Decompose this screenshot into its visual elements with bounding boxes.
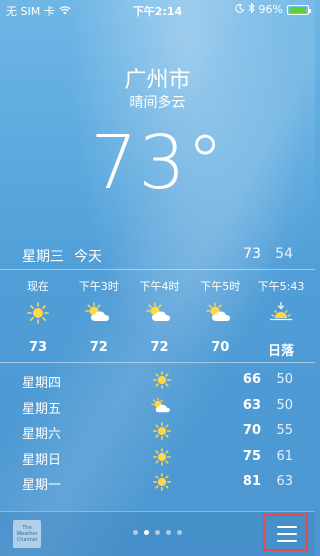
daily-high: 81	[242, 474, 261, 489]
page-dot[interactable]	[133, 530, 138, 535]
page-dot[interactable]	[144, 530, 149, 535]
daily-high: 75	[242, 448, 261, 464]
status-bar: 无 SIM 卡 下午2:14 96%	[0, 0, 315, 18]
daily-day: 星期五	[22, 401, 62, 417]
daily-day: 星期一	[22, 478, 62, 493]
city-name: 广州市	[124, 68, 191, 93]
sun-icon	[150, 447, 174, 466]
daily-high: 70	[242, 423, 261, 438]
hour-time: 下午4时	[139, 280, 180, 293]
today-high: 73	[243, 246, 261, 262]
hour-value: 日落	[267, 344, 294, 359]
bottom-toolbar: The Weather Channel	[0, 511, 315, 556]
daily-day: 星期四	[22, 376, 62, 391]
current-temperature: 73°	[90, 120, 225, 206]
hour-time: 下午3时	[78, 280, 119, 293]
daily-low: 61	[276, 448, 293, 464]
partly-cloudy-icon	[130, 296, 190, 330]
daily-row: 星期日 75 61	[22, 445, 297, 471]
daily-day: 星期六	[22, 427, 62, 442]
today-label: 今天	[74, 249, 102, 265]
partly-cloudy-icon	[150, 397, 174, 415]
today-low: 54	[275, 246, 293, 262]
today-day: 星期三	[22, 249, 64, 265]
hourly-item: 下午3时 72	[69, 278, 129, 358]
weather-condition: 晴间多云	[129, 95, 186, 111]
daily-low: 50	[276, 372, 293, 387]
divider-bottom	[0, 362, 315, 363]
daily-row: 星期五 63 50	[22, 394, 297, 420]
hour-time: 下午5:43	[257, 280, 305, 293]
status-right: 96%	[234, 2, 311, 16]
partly-cloudy-icon	[190, 296, 250, 330]
daily-high: 63	[242, 397, 261, 413]
hour-value: 73	[28, 340, 48, 355]
daily-low: 50	[276, 397, 293, 413]
daily-row: 星期一 81 63	[22, 470, 297, 496]
divider-top	[0, 269, 315, 270]
battery-percent: 96%	[258, 3, 283, 16]
page-dot[interactable]	[166, 530, 171, 535]
battery-icon	[287, 4, 311, 15]
daily-row: 星期六 70 55	[22, 419, 297, 445]
sun-icon	[8, 296, 68, 330]
daily-day: 星期日	[22, 452, 62, 468]
sun-icon	[150, 371, 174, 389]
list-icon	[277, 526, 297, 547]
bluetooth-icon	[248, 2, 255, 16]
daily-low: 55	[276, 423, 293, 438]
moon-icon	[234, 3, 244, 16]
page-dot[interactable]	[155, 530, 160, 535]
hour-time: 现在	[27, 280, 49, 293]
hourly-item: 现在 73	[8, 278, 68, 358]
hour-value: 72	[150, 340, 169, 355]
sunset-icon	[251, 296, 311, 330]
daily-low: 63	[276, 474, 293, 489]
hourly-forecast[interactable]: 现在 73 下午3时 72 下午4时 72 下午5时 70 下午5:43 日落	[8, 278, 311, 359]
daily-row: 星期四 66 50	[22, 368, 297, 394]
page-dot[interactable]	[177, 530, 182, 535]
hourly-item: 下午5时 70	[190, 278, 250, 358]
sun-icon	[150, 473, 174, 491]
daily-high: 66	[242, 372, 261, 387]
today-row: 星期三 今天 73 54	[22, 246, 297, 268]
partly-cloudy-icon	[69, 296, 129, 330]
hourly-item: 下午5:43 日落	[251, 278, 311, 359]
battery-fill	[289, 6, 307, 13]
sun-icon	[150, 422, 174, 440]
hour-value: 70	[211, 340, 230, 355]
daily-forecast[interactable]: 星期四 66 50 星期五 63 50 星期六 70 55 星期日 75 61 …	[22, 368, 297, 496]
city-list-button[interactable]	[263, 514, 308, 551]
hourly-item: 下午4时 72	[130, 278, 190, 358]
hour-time: 下午5时	[200, 280, 241, 293]
hour-value: 72	[89, 340, 108, 355]
